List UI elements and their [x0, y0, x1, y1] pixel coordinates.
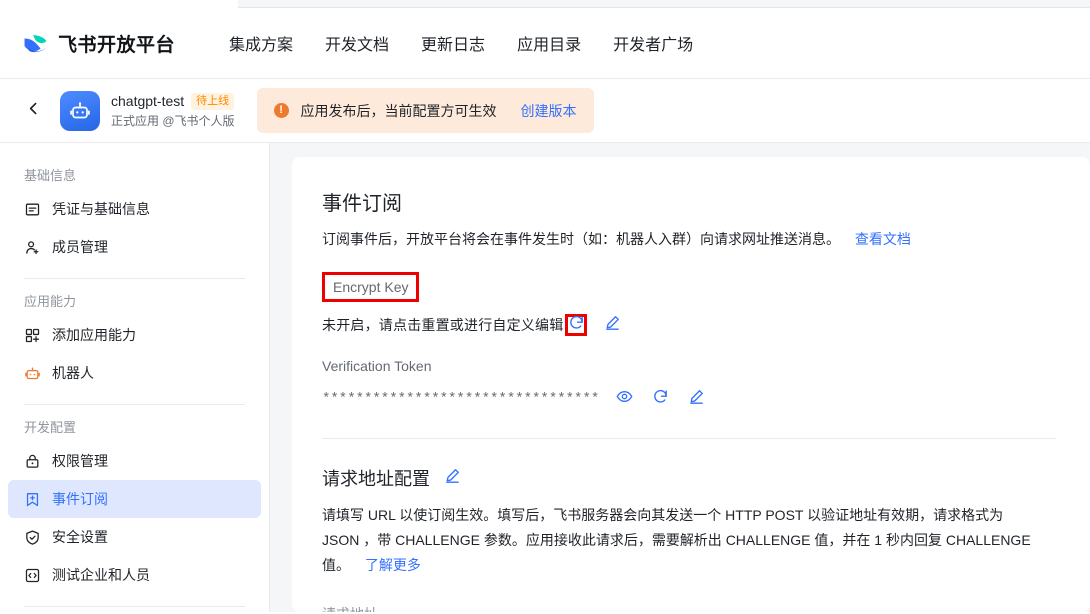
- encrypt-key-field: Encrypt Key 未开启，请点击重置或进行自定义编辑: [322, 272, 1056, 336]
- sidebar-item-security[interactable]: 安全设置: [8, 518, 261, 556]
- request-address-label: 请求地址: [322, 604, 1056, 612]
- sidebar-item-add-capability[interactable]: 添加应用能力: [8, 316, 261, 354]
- verification-token-reveal-button[interactable]: [613, 388, 635, 410]
- grid-plus-icon: [24, 327, 41, 344]
- verification-token-edit-button[interactable]: [685, 388, 707, 410]
- sidebar-item-permissions[interactable]: 权限管理: [8, 442, 261, 480]
- back-button[interactable]: [20, 98, 46, 124]
- nav-links: 集成方案 开发文档 更新日志 应用目录 开发者广场: [229, 31, 693, 55]
- event-subscription-card: 事件订阅 订阅事件后，开放平台将会在事件发生时（如：机器人入群）向请求网址推送消…: [292, 157, 1090, 612]
- sidebar-item-members[interactable]: 成员管理: [8, 228, 261, 266]
- brand-name: 飞书开放平台: [58, 34, 176, 56]
- sidebar-group-title-basic: 基础信息: [24, 168, 77, 183]
- sidebar-group-title-devconfig: 开发配置: [24, 420, 77, 435]
- encrypt-key-refresh-button[interactable]: [565, 314, 588, 336]
- section-divider: [322, 438, 1056, 439]
- encrypt-key-row: 未开启，请点击重置或进行自定义编辑: [322, 314, 1056, 336]
- app-subtitle: 正式应用 @飞书个人版: [111, 113, 235, 128]
- create-version-link[interactable]: 创建版本: [521, 101, 577, 121]
- sidebar-group-title-capability: 应用能力: [24, 294, 77, 309]
- robot-icon: [24, 365, 41, 382]
- app-name: chatgpt-test: [111, 93, 185, 109]
- sidebar-item-credentials[interactable]: 凭证与基础信息: [8, 190, 261, 228]
- request-url-edit-button[interactable]: [441, 467, 463, 489]
- view-docs-link[interactable]: 查看文档: [855, 231, 911, 247]
- nav-link-docs[interactable]: 开发文档: [325, 31, 389, 55]
- sidebar-item-label: 成员管理: [52, 239, 108, 255]
- verification-token-field: Verification Token *********************…: [322, 358, 1056, 410]
- code-brackets-icon: [24, 567, 41, 584]
- sidebar-item-label: 凭证与基础信息: [52, 201, 150, 217]
- app-name-row: chatgpt-test 待上线: [111, 92, 235, 110]
- sidebar-item-label: 机器人: [52, 365, 94, 381]
- sidebar-divider: [24, 404, 245, 405]
- sidebar-item-test-org[interactable]: 测试企业和人员: [8, 556, 261, 594]
- sidebar-divider-bottom: [24, 606, 245, 607]
- bookmark-plus-icon: [24, 491, 41, 508]
- publish-notice-banner: ! 应用发布后，当前配置方可生效 创建版本: [256, 88, 594, 133]
- nav-link-app-directory[interactable]: 应用目录: [517, 31, 581, 55]
- page-description-text: 订阅事件后，开放平台将会在事件发生时（如：机器人入群）向请求网址推送消息。: [322, 231, 840, 247]
- request-url-paragraph: 请填写 URL 以使订阅生效。填写后，飞书服务器会向其发送一个 HTTP POS…: [322, 503, 1038, 578]
- verification-token-refresh-button[interactable]: [649, 388, 671, 410]
- pencil-icon: [444, 467, 461, 489]
- refresh-icon: [568, 314, 585, 336]
- sidebar-item-label: 事件订阅: [52, 491, 108, 507]
- nav-link-developer-plaza[interactable]: 开发者广场: [613, 31, 693, 55]
- browser-chrome-strip: [0, 0, 1090, 8]
- sidebar-divider: [24, 278, 245, 279]
- request-url-paragraph-text: 请填写 URL 以使订阅生效。填写后，飞书服务器会向其发送一个 HTTP POS…: [322, 507, 1031, 573]
- learn-more-link[interactable]: 了解更多: [365, 557, 421, 573]
- page-title: 事件订阅: [322, 193, 402, 215]
- shield-check-icon: [24, 529, 41, 546]
- lock-icon: [24, 453, 41, 470]
- pencil-icon: [688, 388, 705, 410]
- sidebar-item-event-subscription[interactable]: 事件订阅: [8, 480, 261, 518]
- page-shell: 基础信息 凭证与基础信息 成员管理 应用能力 添加应用能力 机器人 开发配置 权…: [0, 143, 1090, 612]
- sidebar-item-label: 添加应用能力: [52, 327, 136, 343]
- page-description: 订阅事件后，开放平台将会在事件发生时（如：机器人入群）向请求网址推送消息。 查看…: [322, 228, 1056, 250]
- status-badge: 待上线: [191, 92, 235, 110]
- robot-app-icon: [60, 90, 100, 131]
- sidebar: 基础信息 凭证与基础信息 成员管理 应用能力 添加应用能力 机器人 开发配置 权…: [0, 143, 270, 612]
- sidebar-item-label: 测试企业和人员: [52, 567, 150, 583]
- notice-text: 应用发布后，当前配置方可生效: [300, 102, 497, 119]
- encrypt-key-edit-button[interactable]: [601, 314, 623, 336]
- app-header-bar: chatgpt-test 待上线 正式应用 @飞书个人版 ! 应用发布后，当前配…: [0, 79, 1090, 143]
- verification-token-value: *********************************: [322, 391, 600, 407]
- refresh-icon: [652, 388, 669, 410]
- sidebar-item-bot[interactable]: 机器人: [8, 354, 261, 392]
- eye-icon: [616, 388, 633, 410]
- nav-link-integration[interactable]: 集成方案: [229, 31, 293, 55]
- feishu-logo-icon: [22, 30, 49, 57]
- verification-token-row: *********************************: [322, 388, 1056, 410]
- request-url-title: 请求地址配置: [322, 469, 430, 489]
- verification-token-label: Verification Token: [322, 358, 432, 374]
- pencil-icon: [604, 314, 621, 336]
- member-add-icon: [24, 239, 41, 256]
- app-identity: chatgpt-test 待上线 正式应用 @飞书个人版: [60, 90, 235, 131]
- main-content: 事件订阅 订阅事件后，开放平台将会在事件发生时（如：机器人入群）向请求网址推送消…: [270, 143, 1090, 612]
- top-navigation-bar: 飞书开放平台 集成方案 开发文档 更新日志 应用目录 开发者广场: [0, 8, 1090, 79]
- brand[interactable]: 飞书开放平台: [22, 30, 175, 57]
- credential-icon: [24, 201, 41, 218]
- encrypt-key-value: 未开启，请点击重置或进行自定义编辑: [322, 317, 564, 333]
- sidebar-item-label: 权限管理: [52, 453, 108, 469]
- request-url-title-row: 请求地址配置: [322, 465, 1056, 491]
- nav-link-changelog[interactable]: 更新日志: [421, 31, 485, 55]
- chevron-left-icon: [25, 100, 42, 122]
- encrypt-key-label: Encrypt Key: [322, 272, 420, 302]
- sidebar-item-label: 安全设置: [52, 529, 108, 545]
- exclamation-circle-icon: !: [273, 103, 289, 118]
- browser-tab-stub: [0, 0, 238, 8]
- app-meta: chatgpt-test 待上线 正式应用 @飞书个人版: [111, 92, 235, 129]
